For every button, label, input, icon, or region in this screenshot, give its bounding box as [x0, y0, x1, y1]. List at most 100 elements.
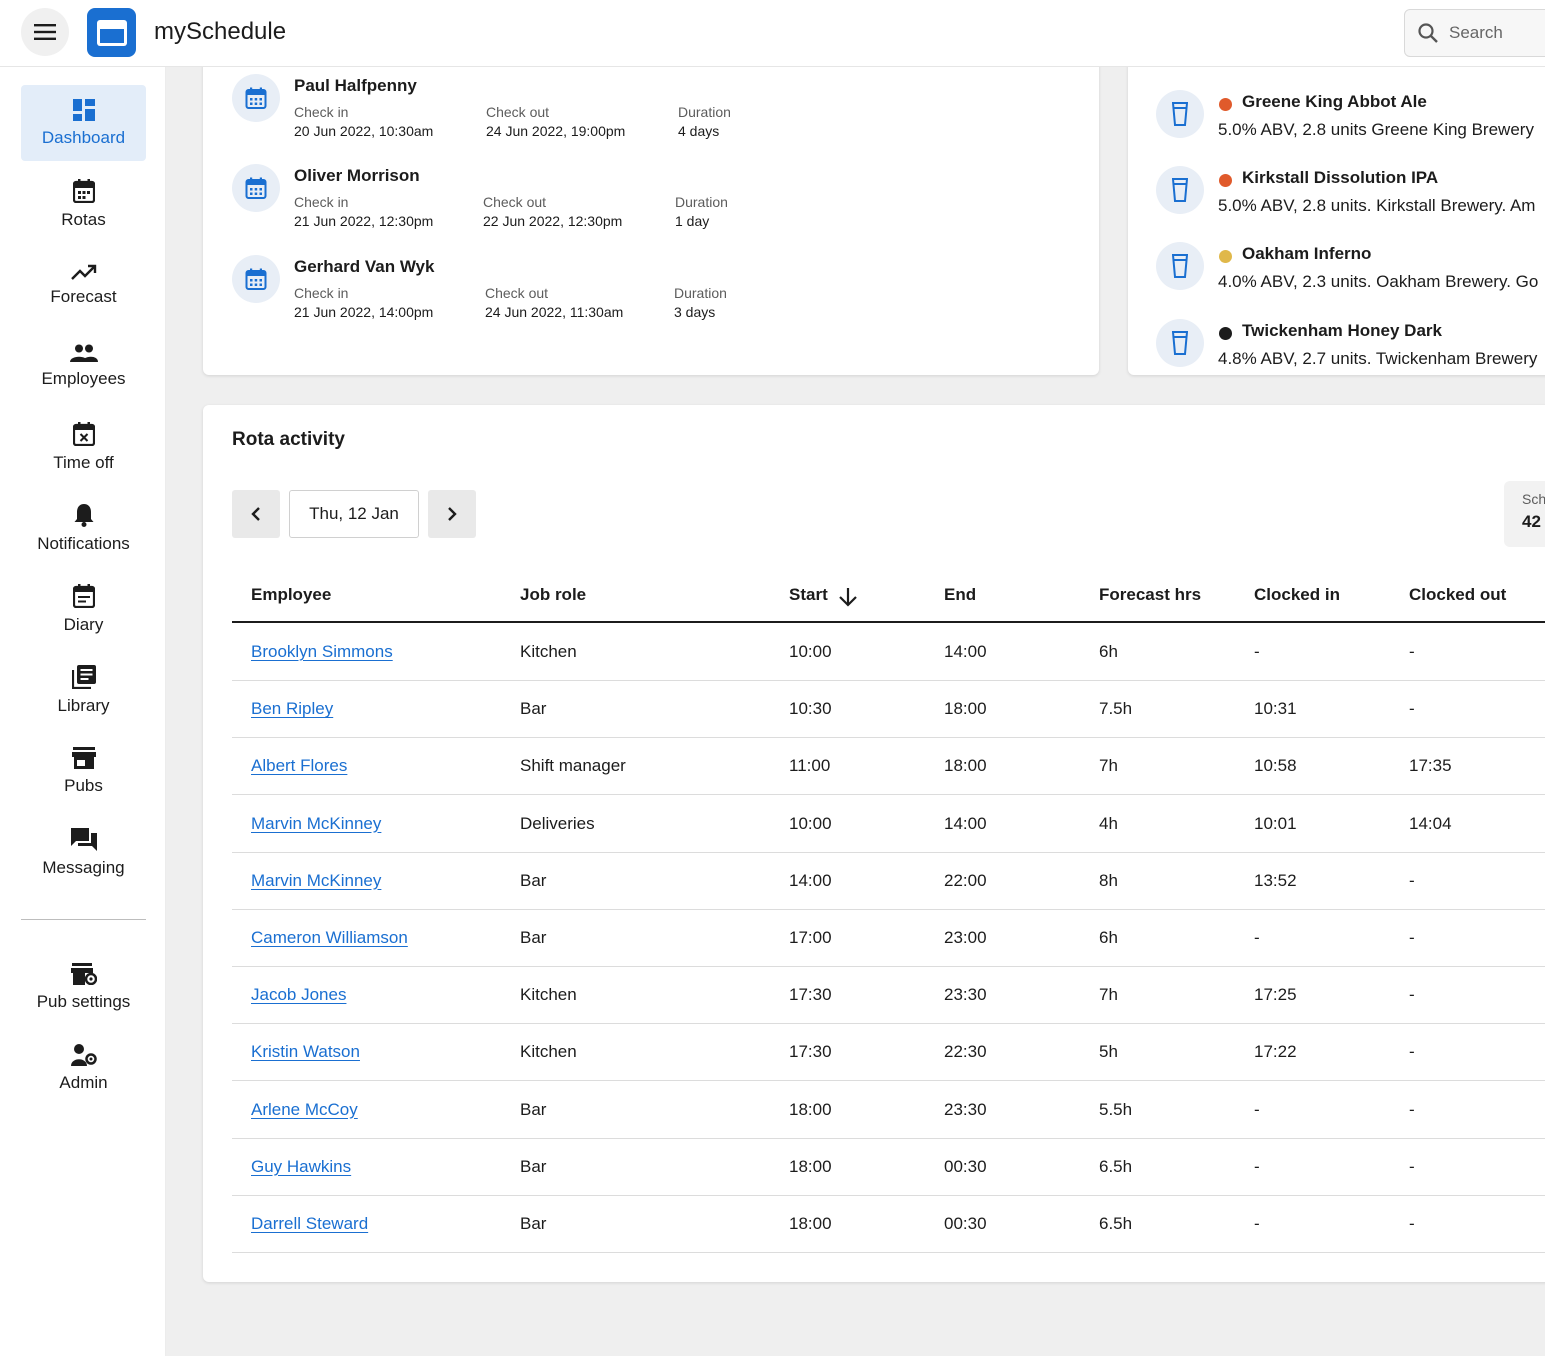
sidebar-item-diary[interactable]: Diary — [21, 571, 146, 647]
sidebar-item-label: Messaging — [42, 857, 125, 877]
column-header-clocked-out[interactable]: Clocked out — [1409, 585, 1506, 605]
sidebar-item-label: Library — [57, 695, 110, 715]
check-out-value: 24 Jun 2022, 11:30am — [485, 304, 624, 320]
sidebar-item-dashboard[interactable]: Dashboard — [21, 85, 146, 161]
sidebar-item-forecast[interactable]: Forecast — [21, 247, 146, 323]
sidebar-item-pubs[interactable]: Pubs — [21, 733, 146, 809]
clocked-out: - — [1409, 1099, 1415, 1119]
column-header-end[interactable]: End — [944, 585, 976, 605]
employee-name-link[interactable]: Guy Hawkins — [251, 1157, 351, 1177]
arrow-down-icon[interactable] — [838, 587, 858, 607]
beer-item: Oakham Inferno 4.0% ABV, 2.3 units. Oakh… — [1156, 242, 1545, 302]
guest-name: Paul Halfpenny — [294, 76, 417, 95]
column-header-employee[interactable]: Employee — [251, 585, 331, 605]
clocked-in: 10:01 — [1254, 813, 1297, 833]
stay-item: Gerhard Van Wyk Check in 21 Jun 2022, 14:… — [232, 255, 1052, 335]
search-icon — [1418, 23, 1438, 43]
table-header: Employee Job role Start End Forecast hrs… — [232, 570, 1545, 623]
clocked-in: 17:25 — [1254, 985, 1297, 1005]
bell-icon — [74, 503, 93, 527]
calendar-icon — [232, 255, 280, 303]
date-picker[interactable]: Thu, 12 Jan — [289, 490, 419, 538]
column-header-forecast-hrs[interactable]: Forecast hrs — [1099, 585, 1201, 605]
employee-name-link[interactable]: Marvin McKinney — [251, 871, 381, 891]
clocked-in: 17:22 — [1254, 1042, 1297, 1062]
employee-name-link[interactable]: Kristin Watson — [251, 1042, 360, 1062]
search-box[interactable] — [1404, 9, 1545, 57]
start-time: 14:00 — [789, 870, 832, 890]
table-row: Brooklyn Simmons Kitchen 10:00 14:00 6h - - — [232, 624, 1545, 681]
employee-name-link[interactable]: Cameron Williamson — [251, 928, 408, 948]
clocked-out: - — [1409, 928, 1415, 947]
menu-button[interactable] — [21, 8, 69, 56]
check-in-label: Check in — [294, 285, 349, 301]
sidebar-item-admin[interactable]: Admin — [21, 1030, 146, 1106]
table-row: Darrell Steward Bar 18:00 00:30 6.5h - - — [232, 1196, 1545, 1253]
end-time: 23:30 — [944, 985, 987, 1005]
job-role: Bar — [520, 1156, 547, 1176]
app-title: mySchedule — [154, 18, 287, 45]
employee-name-link[interactable]: Arlene McCoy — [251, 1100, 358, 1120]
clocked-in: - — [1254, 1099, 1260, 1119]
clocked-in: 10:58 — [1254, 756, 1297, 776]
duration-label: Duration — [674, 285, 727, 301]
forecast-hours: 5.5h — [1099, 1099, 1133, 1119]
sidebar-item-label: Employees — [41, 368, 126, 388]
chevron-right-icon — [448, 507, 457, 521]
scheduled-label: Sch — [1522, 491, 1545, 507]
end-time: 14:00 — [944, 642, 987, 661]
sidebar-item-messaging[interactable]: Messaging — [21, 814, 146, 890]
employee-name-link[interactable]: Albert Flores — [251, 756, 347, 776]
search-input[interactable] — [1449, 23, 1545, 43]
employee-name-link[interactable]: Brooklyn Simmons — [251, 642, 393, 662]
sidebar-item-label: Pubs — [64, 775, 103, 795]
stay-item: Paul Halfpenny Check in 20 Jun 2022, 10:3… — [232, 74, 1052, 154]
clocked-in: 10:31 — [1254, 699, 1297, 719]
sidebar-item-library[interactable]: Library — [21, 652, 146, 728]
check-in-value: 21 Jun 2022, 14:00pm — [294, 304, 434, 320]
column-header-job-role[interactable]: Job role — [520, 585, 586, 605]
beer-item: Twickenham Honey Dark 4.8% ABV, 2.7 unit… — [1156, 319, 1545, 375]
app-logo — [87, 8, 136, 57]
sidebar-item-label: Diary — [63, 614, 104, 634]
pint-glass-icon — [1156, 242, 1204, 290]
beer-item: Greene King Abbot Ale 5.0% ABV, 2.8 unit… — [1156, 90, 1545, 150]
sidebar-item-rotas[interactable]: Rotas — [21, 166, 146, 242]
job-role: Bar — [520, 699, 547, 719]
main-content: Paul Halfpenny Check in 20 Jun 2022, 10:3… — [166, 57, 1545, 1356]
column-header-clocked-in[interactable]: Clocked in — [1254, 585, 1340, 605]
end-time: 18:00 — [944, 699, 987, 719]
library-icon — [71, 664, 96, 689]
sidebar-item-notifications[interactable]: Notifications — [21, 490, 146, 566]
table-row: Guy Hawkins Bar 18:00 00:30 6.5h - - — [232, 1139, 1545, 1196]
section-title: Rota activity — [232, 429, 345, 450]
beer-name: Oakham Inferno — [1242, 244, 1372, 263]
clocked-out: - — [1409, 985, 1415, 1005]
table-row: Cameron Williamson Bar 17:00 23:00 6h - - — [232, 910, 1545, 967]
sidebar-item-employees[interactable]: Employees — [21, 328, 146, 404]
employee-name-link[interactable]: Ben Ripley — [251, 699, 333, 719]
sidebar-item-pub-settings[interactable]: Pub settings — [21, 949, 146, 1025]
duration-value: 3 days — [674, 304, 716, 320]
forecast-hours: 7h — [1099, 756, 1118, 776]
calendar-icon — [232, 74, 280, 122]
check-out-label: Check out — [483, 194, 547, 210]
hamburger-icon — [34, 24, 56, 40]
job-role: Bar — [520, 928, 547, 947]
duration-label: Duration — [678, 104, 731, 120]
check-in-label: Check in — [294, 194, 349, 210]
forecast-hours: 6.5h — [1099, 1214, 1133, 1233]
chat-icon — [70, 827, 97, 851]
job-role: Shift manager — [520, 756, 626, 776]
sidebar-item-time-off[interactable]: Time off — [21, 409, 146, 485]
duration-value: 4 days — [678, 123, 720, 139]
previous-day-button[interactable] — [232, 490, 280, 538]
employee-name-link[interactable]: Darrell Steward — [251, 1214, 368, 1234]
scheduled-value: 42 — [1522, 512, 1541, 531]
check-in: Check in 20 Jun 2022, 10:30am — [294, 104, 433, 139]
sidebar-item-label: Forecast — [50, 286, 117, 306]
column-header-start[interactable]: Start — [789, 585, 828, 605]
employee-name-link[interactable]: Jacob Jones — [251, 985, 346, 1005]
employee-name-link[interactable]: Marvin McKinney — [251, 814, 381, 834]
next-day-button[interactable] — [428, 490, 476, 538]
